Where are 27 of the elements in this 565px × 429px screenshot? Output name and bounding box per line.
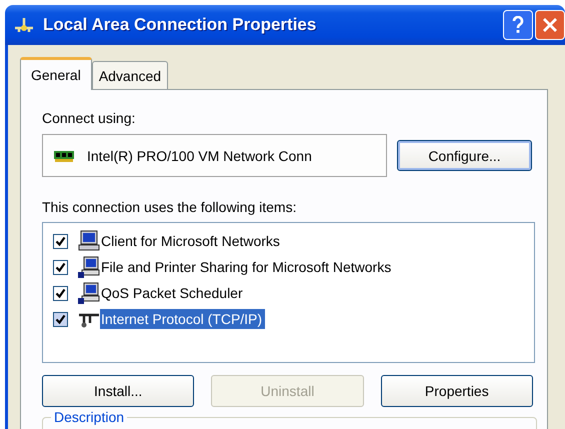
checkbox[interactable] [53, 312, 68, 326]
window-title: Local Area Connection Properties [43, 15, 318, 35]
computer-icon [78, 256, 100, 278]
adapter-name: Intel(R) PRO/100 VM Network Conn [87, 148, 312, 164]
checkbox[interactable] [53, 234, 68, 248]
tab[interactable]: Advanced [92, 61, 168, 89]
tab[interactable]: General [20, 57, 92, 90]
action-button[interactable]: Install... [42, 375, 194, 407]
description-legend: Description [51, 409, 128, 425]
item-label[interactable]: Client for Microsoft Networks [100, 231, 283, 251]
network-plug-icon [13, 17, 35, 33]
close-button[interactable] [535, 10, 565, 40]
item-label[interactable]: Internet Protocol (TCP/IP) [100, 309, 266, 329]
action-button[interactable]: Properties [380, 375, 533, 407]
computer-icon [78, 230, 100, 252]
configure-button[interactable]: Configure... [397, 140, 532, 171]
checkbox[interactable] [53, 286, 68, 300]
item-label[interactable]: QoS Packet Scheduler [100, 283, 246, 303]
connect-using-label: Connect using: [42, 110, 136, 128]
help-icon [511, 16, 525, 34]
network-card-icon [53, 148, 75, 162]
help-button[interactable] [503, 10, 533, 40]
close-icon [542, 17, 558, 33]
items-label: This connection uses the following items: [42, 199, 298, 217]
checkbox[interactable] [53, 260, 68, 274]
computer-icon [78, 282, 100, 304]
item-label[interactable]: File and Printer Sharing for Microsoft Networks [100, 257, 394, 277]
